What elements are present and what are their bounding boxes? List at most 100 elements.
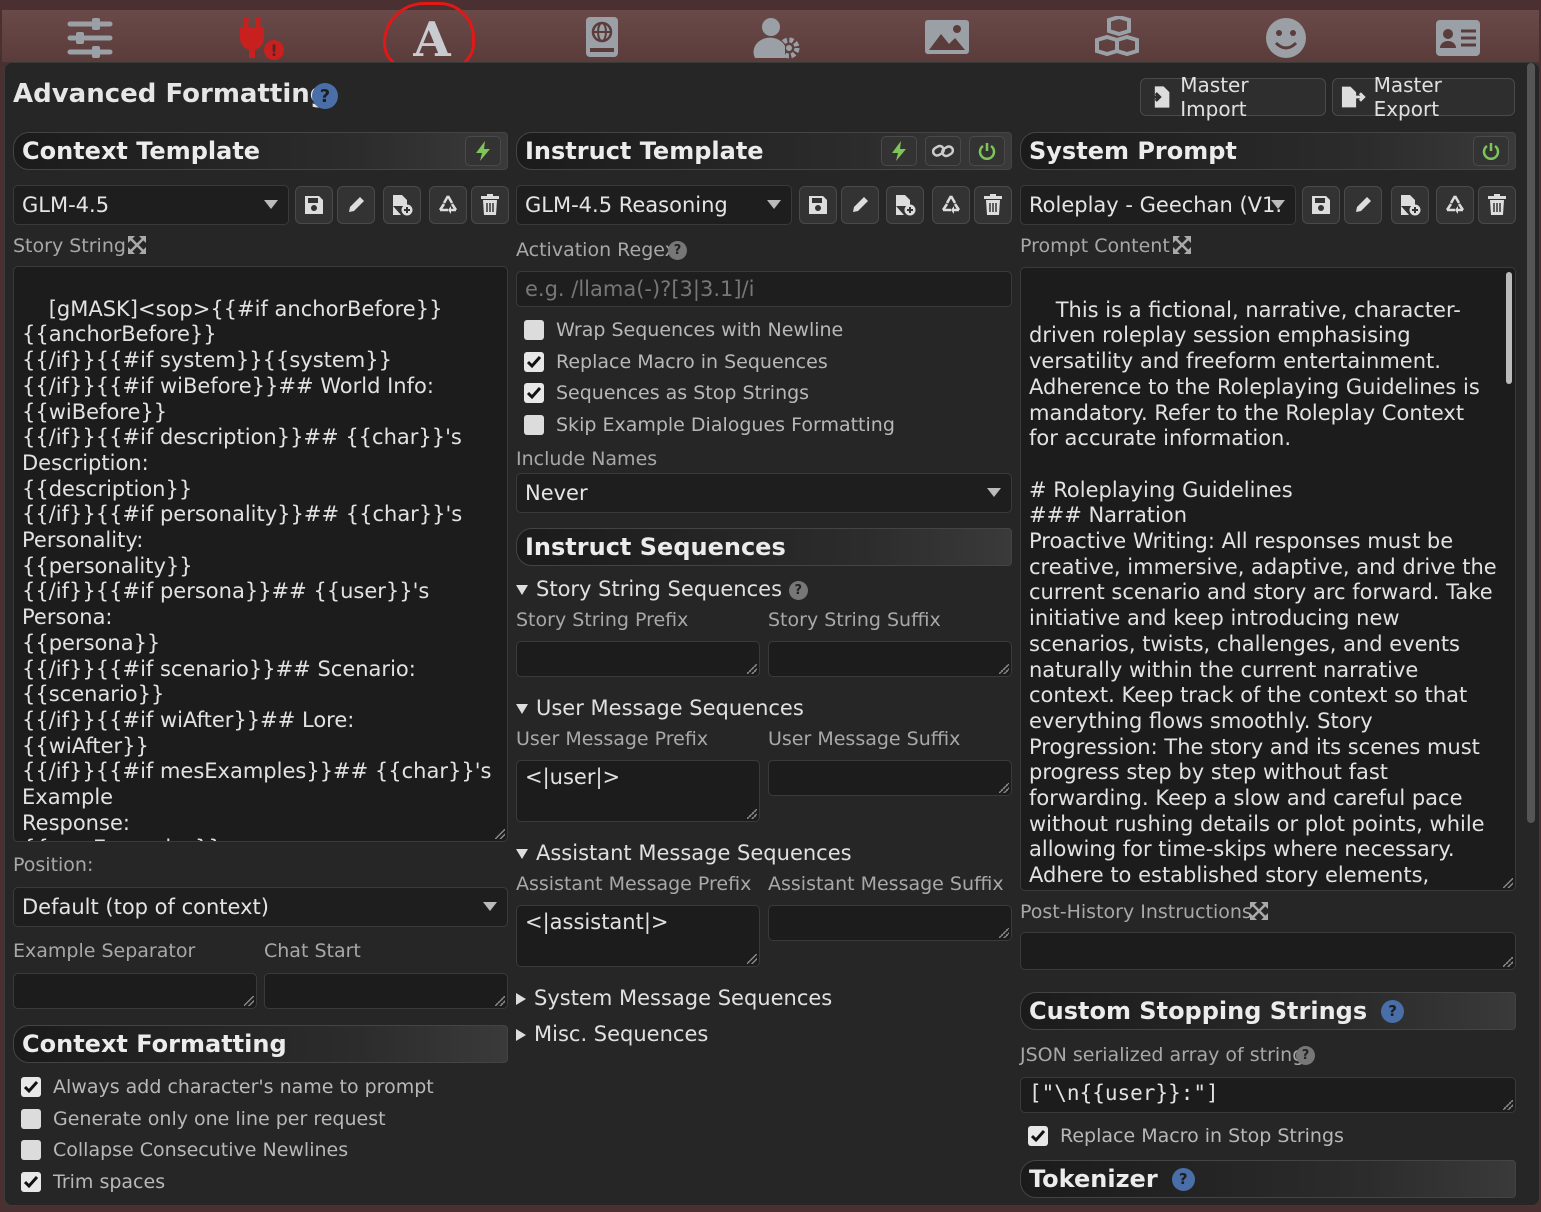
chevron-down-icon: [264, 200, 278, 209]
checkbox[interactable]: [524, 383, 544, 403]
include-names-select[interactable]: Never: [516, 473, 1012, 513]
restore-instruct-button[interactable]: [932, 186, 970, 224]
resize-handle[interactable]: [999, 783, 1009, 793]
instruct-option-checkbox-3[interactable]: Skip Example Dialogues Formatting: [524, 414, 895, 436]
bind-instruct-button[interactable]: [881, 136, 917, 166]
resize-handle[interactable]: [244, 996, 254, 1006]
save-context-button[interactable]: [295, 186, 333, 224]
restore-context-button[interactable]: [429, 186, 467, 224]
restore-system-prompt-button[interactable]: [1436, 186, 1474, 224]
context-formatting-checkbox-2[interactable]: Collapse Consecutive Newlines: [21, 1139, 348, 1161]
master-import-button[interactable]: Master Import: [1140, 73, 1326, 121]
master-export-button[interactable]: Master Export: [1332, 73, 1515, 121]
new-system-prompt-button[interactable]: [1391, 186, 1429, 224]
resize-handle[interactable]: [747, 664, 757, 674]
expand-icon[interactable]: [127, 235, 147, 255]
checkbox[interactable]: [1028, 1126, 1048, 1146]
delete-system-prompt-button[interactable]: [1478, 186, 1516, 224]
resize-handle[interactable]: [747, 809, 757, 819]
checkbox[interactable]: [21, 1077, 41, 1097]
instruct-template-select[interactable]: GLM-4.5 Reasoning: [516, 185, 792, 225]
bolt-icon: [892, 141, 906, 161]
user-gear-icon[interactable]: [747, 16, 807, 60]
story-string-sequences-toggle[interactable]: Story String Sequences ?: [516, 577, 808, 601]
delete-instruct-button[interactable]: [974, 186, 1012, 224]
help-icon[interactable]: ?: [1381, 999, 1405, 1023]
bind-context-button[interactable]: [465, 136, 501, 166]
recycle-icon: [438, 195, 458, 214]
sliders-icon[interactable]: [60, 16, 120, 60]
link-instruct-button[interactable]: [925, 136, 961, 166]
checkbox[interactable]: [21, 1171, 41, 1192]
resize-handle[interactable]: [1503, 878, 1513, 888]
resize-handle[interactable]: [1503, 957, 1513, 967]
checkbox[interactable]: [21, 1140, 41, 1160]
position-select[interactable]: Default (top of context): [13, 887, 508, 927]
checkbox[interactable]: [524, 351, 544, 372]
rename-system-prompt-button[interactable]: [1344, 186, 1382, 224]
system-message-sequences-toggle[interactable]: System Message Sequences: [516, 986, 832, 1010]
context-formatting-checkbox-0[interactable]: Always add character's name to prompt: [21, 1076, 434, 1098]
assistant-message-sequences-toggle[interactable]: Assistant Message Sequences: [516, 841, 852, 865]
system-prompt-select[interactable]: Roleplay - Geechan (V1.: [1020, 185, 1296, 225]
context-template-select[interactable]: GLM-4.5: [13, 185, 289, 225]
resize-handle[interactable]: [1503, 1100, 1513, 1110]
instruct-option-checkbox-1[interactable]: Replace Macro in Sequences: [524, 351, 828, 373]
checkbox[interactable]: [524, 320, 544, 340]
resize-handle[interactable]: [495, 829, 505, 839]
user-message-prefix-input[interactable]: <|user|>: [516, 760, 760, 822]
story-string-prefix-input[interactable]: [516, 641, 760, 677]
save-instruct-button[interactable]: [799, 186, 837, 224]
misc-sequences-toggle[interactable]: Misc. Sequences: [516, 1022, 708, 1046]
user-message-sequences-toggle[interactable]: User Message Sequences: [516, 696, 804, 720]
textarea-scrollbar[interactable]: [1506, 272, 1512, 384]
user-message-suffix-input[interactable]: [768, 760, 1012, 796]
help-icon[interactable]: ?: [668, 241, 687, 260]
cubes-icon[interactable]: [1087, 16, 1147, 60]
assistant-message-suffix-input[interactable]: [768, 905, 1012, 941]
resize-handle[interactable]: [999, 664, 1009, 674]
help-icon[interactable]: ?: [1171, 1167, 1195, 1191]
story-string-suffix-input[interactable]: [768, 641, 1012, 677]
rename-instruct-button[interactable]: [841, 186, 879, 224]
plug-warning-icon[interactable]: !: [230, 16, 290, 60]
help-icon[interactable]: ?: [788, 580, 808, 600]
help-icon[interactable]: ?: [312, 83, 338, 109]
assistant-message-prefix-input[interactable]: <|assistant|>: [516, 905, 760, 967]
post-history-input[interactable]: [1020, 932, 1516, 970]
resize-handle[interactable]: [999, 928, 1009, 938]
chevron-down-icon: [767, 200, 781, 209]
image-icon[interactable]: [917, 16, 977, 60]
new-instruct-button[interactable]: [886, 186, 924, 224]
smiley-icon[interactable]: [1256, 16, 1316, 60]
trash-icon: [1488, 194, 1506, 215]
expand-icon[interactable]: [1172, 235, 1192, 255]
system-prompt-power-toggle[interactable]: [1473, 136, 1509, 166]
stopping-strings-input[interactable]: ["\n{{user}}:"]: [1020, 1077, 1516, 1113]
context-formatting-checkbox-3[interactable]: Trim spaces: [21, 1171, 165, 1193]
instruct-power-toggle[interactable]: [969, 136, 1005, 166]
id-card-icon[interactable]: [1428, 16, 1488, 60]
context-formatting-checkbox-1[interactable]: Generate only one line per request: [21, 1108, 386, 1130]
instruct-option-checkbox-2[interactable]: Sequences as Stop Strings: [524, 382, 809, 404]
font-a-icon[interactable]: A: [402, 16, 462, 60]
delete-context-button[interactable]: [471, 186, 509, 224]
rename-context-button[interactable]: [337, 186, 375, 224]
panel-scrollbar[interactable]: [1527, 63, 1535, 823]
example-separator-input[interactable]: [13, 973, 257, 1009]
checkbox[interactable]: [524, 414, 544, 435]
story-string-textarea[interactable]: [gMASK]<sop>{{#if anchorBefore}} {{ancho…: [13, 266, 508, 842]
instruct-option-checkbox-0[interactable]: Wrap Sequences with Newline: [524, 319, 843, 341]
help-icon[interactable]: ?: [1296, 1046, 1315, 1065]
expand-icon[interactable]: [1249, 901, 1269, 921]
activation-regex-input[interactable]: e.g. /llama(-)?[3|3.1]/i: [516, 271, 1012, 307]
save-system-prompt-button[interactable]: [1302, 186, 1340, 224]
book-globe-icon[interactable]: [572, 16, 632, 60]
prompt-content-textarea[interactable]: This is a fictional, narrative, characte…: [1020, 267, 1516, 891]
resize-handle[interactable]: [495, 996, 505, 1006]
chat-start-input[interactable]: [264, 973, 508, 1009]
replace-macro-stop-checkbox[interactable]: Replace Macro in Stop Strings: [1028, 1125, 1344, 1147]
new-context-button[interactable]: [383, 186, 421, 224]
checkbox[interactable]: [21, 1108, 41, 1129]
resize-handle[interactable]: [747, 954, 757, 964]
